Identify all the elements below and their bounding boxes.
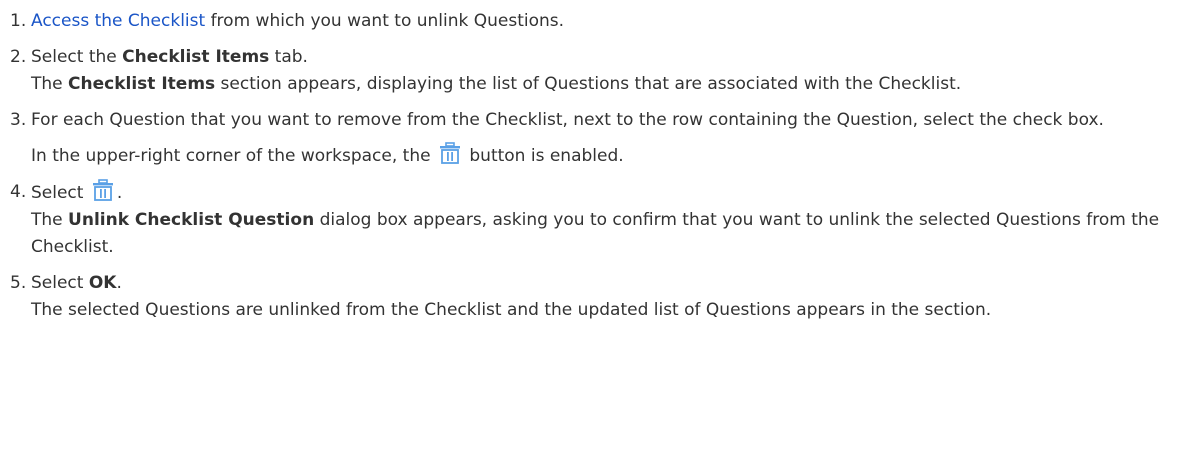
- step-number: 3.: [10, 110, 27, 130]
- trash-icon: [92, 179, 113, 201]
- step-number: 2.: [10, 47, 27, 67]
- step-1: 1. Access the Checklist from which you w…: [0, 8, 1190, 35]
- access-checklist-link[interactable]: Access the Checklist: [31, 11, 205, 31]
- step-result: The Checklist Items section appears, dis…: [31, 74, 962, 94]
- step-number: 5.: [10, 273, 27, 293]
- step-number: 1.: [10, 11, 27, 31]
- step-5: 5. Select OK. The selected Questions are…: [0, 270, 1190, 324]
- step-instruction: Access the Checklist from which you want…: [31, 11, 565, 31]
- step-result: The selected Questions are unlinked from…: [31, 300, 992, 320]
- step-4: 4. Select . The Unlink Checklist Questio…: [0, 179, 1190, 261]
- step-2: 2. Select the Checklist Items tab. The C…: [0, 44, 1190, 98]
- step-instruction: Select the Checklist Items tab.: [31, 47, 308, 67]
- step-instruction: Select .: [31, 179, 1190, 207]
- step-note: In the upper-right corner of the workspa…: [31, 142, 1190, 170]
- step-instruction: For each Question that you want to remov…: [31, 110, 1104, 130]
- step-3: 3. For each Question that you want to re…: [0, 107, 1190, 170]
- step-number: 4.: [10, 182, 27, 202]
- procedure-steps: 1. Access the Checklist from which you w…: [0, 0, 1190, 324]
- step-instruction: Select OK.: [31, 273, 122, 293]
- step-result: The Unlink Checklist Question dialog box…: [31, 210, 1160, 257]
- trash-icon: [439, 142, 460, 164]
